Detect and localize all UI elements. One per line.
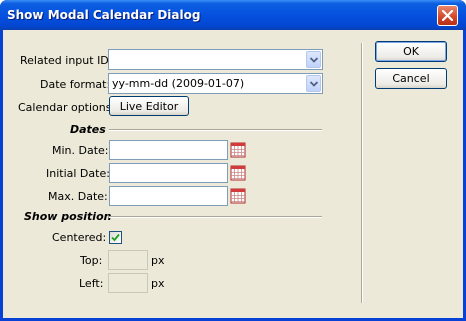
top-input[interactable]	[108, 250, 148, 270]
position-section-title: Show position	[24, 210, 112, 223]
cancel-button[interactable]: Cancel	[375, 68, 447, 89]
dialog-body: Related input ID: Date format: yy-mm-dd …	[3, 30, 463, 318]
min-date-input[interactable]	[109, 140, 228, 160]
close-button[interactable]	[437, 5, 458, 26]
position-separator	[109, 216, 322, 218]
date-format-select[interactable]: yy-mm-dd (2009-01-07)	[108, 73, 323, 94]
related-input-select[interactable]	[108, 49, 323, 70]
top-unit: px	[151, 254, 165, 267]
vertical-divider	[361, 43, 363, 303]
max-date-input[interactable]	[109, 186, 228, 206]
left-label: Left:	[79, 277, 104, 290]
centered-checkbox[interactable]	[109, 231, 122, 244]
dates-separator	[109, 129, 322, 131]
left-unit: px	[151, 277, 165, 290]
dropdown-button[interactable]	[306, 75, 321, 92]
max-date-label: Max. Date:	[48, 190, 108, 203]
title-bar[interactable]: Show Modal Calendar Dialog	[0, 0, 466, 30]
initial-date-input[interactable]	[109, 163, 228, 183]
initial-date-label: Initial Date:	[46, 167, 110, 180]
calendar-icon[interactable]	[230, 188, 246, 204]
window-title: Show Modal Calendar Dialog	[7, 8, 201, 22]
dates-section-title: Dates	[70, 123, 106, 136]
date-format-value: yy-mm-dd (2009-01-07)	[112, 77, 245, 90]
dropdown-button[interactable]	[306, 51, 321, 68]
min-date-label: Min. Date:	[52, 144, 109, 157]
calendar-options-label: Calendar options:	[18, 101, 116, 114]
live-editor-button[interactable]: Live Editor	[109, 96, 189, 116]
dialog-window: Show Modal Calendar Dialog Related input…	[0, 0, 466, 321]
date-format-label: Date format:	[40, 78, 111, 91]
calendar-icon[interactable]	[230, 142, 246, 158]
top-label: Top:	[80, 254, 103, 267]
left-input[interactable]	[108, 273, 148, 293]
calendar-icon[interactable]	[230, 165, 246, 181]
ok-button[interactable]: OK	[375, 41, 447, 62]
centered-label: Centered:	[52, 231, 107, 244]
related-input-label: Related input ID:	[20, 54, 113, 67]
